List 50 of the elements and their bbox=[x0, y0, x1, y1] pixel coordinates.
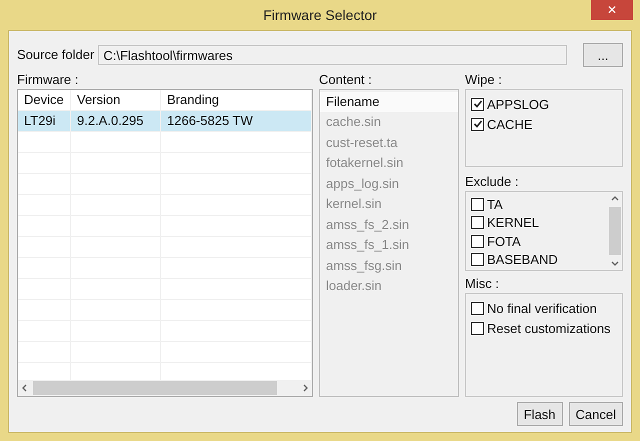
wipe-label: Wipe : bbox=[465, 71, 503, 89]
checkbox[interactable] bbox=[471, 302, 484, 314]
file-item: kernel.sin bbox=[325, 195, 383, 213]
table-cell: LT29i bbox=[18, 111, 71, 131]
source-folder-label: Source folder bbox=[17, 46, 94, 64]
table-cell: 1266-5825 TW bbox=[161, 111, 312, 131]
column-header[interactable]: Device bbox=[18, 90, 71, 110]
file-item: apps_log.sin bbox=[325, 174, 400, 193]
file-item: fotakernel.sin bbox=[325, 154, 404, 172]
checkbox[interactable] bbox=[471, 234, 484, 248]
scroll-left-icon[interactable] bbox=[21, 384, 29, 392]
scroll-down-icon[interactable] bbox=[611, 259, 619, 267]
window-title: Firmware Selector bbox=[263, 7, 377, 23]
source-folder-field[interactable]: C:\Flashtool\firmwares bbox=[98, 45, 567, 65]
exclude-checkbox[interactable]: TA bbox=[471, 195, 503, 214]
exclude-label: Exclude : bbox=[465, 173, 520, 191]
content-label: Content : bbox=[319, 71, 373, 89]
checkbox[interactable] bbox=[471, 216, 484, 230]
exclude-checkbox[interactable]: BASEBAND bbox=[471, 250, 558, 269]
misc-checkbox[interactable]: No final verification bbox=[471, 298, 597, 318]
scroll-right-icon[interactable] bbox=[301, 384, 309, 392]
browse-button[interactable]: ... bbox=[583, 43, 623, 67]
horizontal-scrollbar[interactable] bbox=[18, 380, 312, 396]
checkbox[interactable] bbox=[471, 98, 484, 110]
firmware-label: Firmware : bbox=[17, 71, 80, 89]
exclude-checkbox[interactable]: KERNEL bbox=[471, 214, 540, 232]
file-item: amss_fs_2.sin bbox=[325, 216, 410, 234]
file-item: loader.sin bbox=[325, 277, 383, 295]
misc-checkbox[interactable]: Reset customizations bbox=[471, 318, 611, 338]
file-item: amss_fsg.sin bbox=[325, 256, 403, 275]
file-item: cache.sin bbox=[325, 113, 382, 131]
misc-label: Misc : bbox=[465, 275, 500, 293]
table-cell: 9.2.A.0.295 bbox=[71, 111, 161, 131]
checkbox[interactable] bbox=[471, 198, 484, 211]
wipe-checkbox[interactable]: CACHE bbox=[471, 114, 533, 134]
close-button[interactable]: ✕ bbox=[591, 0, 633, 20]
file-item: amss_fs_1.sin bbox=[325, 236, 410, 254]
checkbox[interactable] bbox=[471, 118, 484, 130]
table-row[interactable]: LT29i 9.2.A.0.295 1266-5825 TW bbox=[18, 111, 312, 132]
checkbox[interactable] bbox=[471, 253, 484, 266]
dialog-button[interactable]: Cancel bbox=[568, 402, 623, 426]
dialog-button[interactable]: Flash bbox=[516, 402, 563, 426]
column-header[interactable]: Branding bbox=[161, 90, 312, 110]
checkbox[interactable] bbox=[471, 322, 484, 334]
scroll-up-icon[interactable] bbox=[611, 195, 619, 203]
column-header[interactable]: Version bbox=[71, 90, 161, 110]
wipe-checkbox[interactable]: APPSLOG bbox=[471, 94, 550, 114]
exclude-checkbox[interactable]: FOTA bbox=[471, 232, 521, 250]
file-item: cust-reset.ta bbox=[325, 134, 399, 152]
column-header: Filename bbox=[320, 92, 458, 112]
